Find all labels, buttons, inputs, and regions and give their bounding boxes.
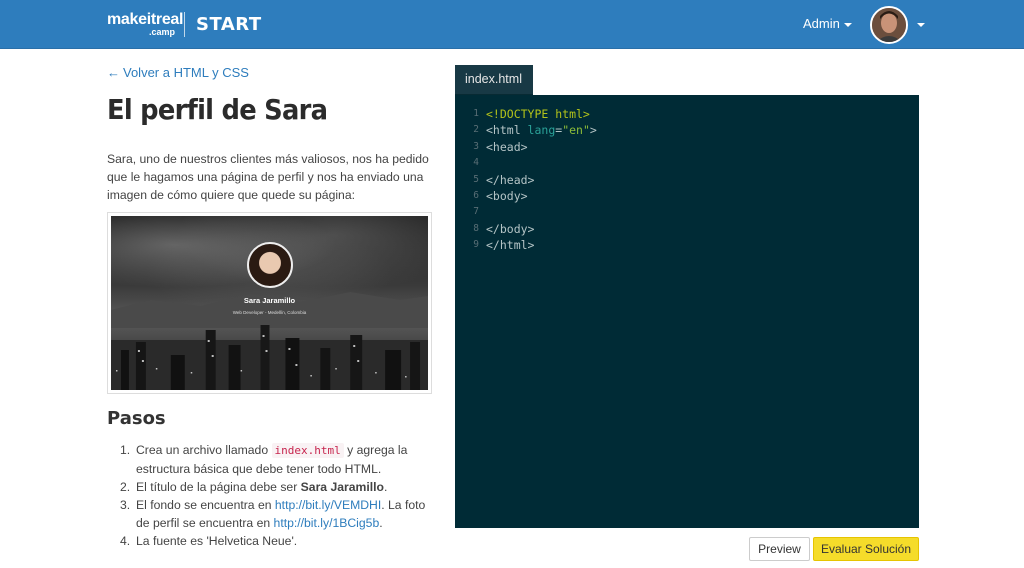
step-number: 2. xyxy=(120,480,131,494)
code-text: </html> xyxy=(486,238,535,253)
profile-mockup-image: Sara Jaramillo Web Developer - Medellín,… xyxy=(107,212,432,394)
user-avatar-icon xyxy=(872,8,906,42)
brand-divider xyxy=(184,12,185,37)
step-text: El título de la página debe ser xyxy=(136,480,301,494)
profile-photo-link[interactable]: http://bit.ly/1BCig5b xyxy=(274,516,380,530)
city-skyline xyxy=(111,325,428,390)
code-text: </body> xyxy=(486,221,535,236)
background-image-link[interactable]: http://bit.ly/VEMDHI xyxy=(275,498,381,512)
step-text: . xyxy=(384,480,388,494)
step-bold-text: Sara Jaramillo xyxy=(300,480,384,494)
steps-heading: Pasos xyxy=(107,408,166,429)
avatar xyxy=(870,6,908,44)
back-link[interactable]: ← Volver a HTML y CSS xyxy=(107,65,249,80)
brand-suffix: .camp xyxy=(149,27,176,37)
step-text: La fuente es 'Helvetica Neue'. xyxy=(136,534,298,548)
code-line: 2 <html lang="en"> xyxy=(455,122,919,138)
line-number: 5 xyxy=(473,173,479,185)
page-title: El perfil de Sara xyxy=(107,93,328,126)
list-item: 4. La fuente es 'Helvetica Neue'. xyxy=(120,532,430,550)
top-navbar: makeitreal .camp START Admin xyxy=(0,0,1024,49)
sara-subtitle-text: Web Developer - Medellín, Colombia xyxy=(232,310,307,315)
step-text: El fondo se encuentra en xyxy=(136,498,275,512)
code-line: 3 <head> xyxy=(455,139,919,155)
brand-name: makeitreal xyxy=(107,11,184,28)
step-number: 3. xyxy=(120,498,131,512)
code-line: 8 </body> xyxy=(455,221,919,237)
line-number: 1 xyxy=(473,108,479,119)
step-number: 4. xyxy=(120,534,131,548)
code-tag: <html xyxy=(486,123,528,138)
steps-list: 1. Crea un archivo llamado index.html y … xyxy=(120,441,430,550)
code-line: 5 </head> xyxy=(455,172,919,188)
user-menu[interactable] xyxy=(870,6,925,44)
back-link-label: Volver a HTML y CSS xyxy=(123,65,249,80)
code-text: </head> xyxy=(486,172,535,187)
product-name[interactable]: START xyxy=(196,14,262,35)
code-line: 9 </html> xyxy=(455,237,919,253)
evaluate-solution-button[interactable]: Evaluar Solución xyxy=(813,537,919,561)
line-number: 4 xyxy=(473,157,479,169)
brand-logo[interactable]: makeitreal .camp xyxy=(107,11,184,38)
code-text: <html lang="en"> xyxy=(486,122,597,138)
caret-down-icon xyxy=(917,23,925,27)
caret-down-icon xyxy=(843,22,852,27)
admin-dropdown[interactable]: Admin xyxy=(803,16,852,31)
preview-button[interactable]: Preview xyxy=(749,537,810,561)
code-text: <!DOCTYPE html> xyxy=(486,107,590,121)
code-line: 1 <!DOCTYPE html> xyxy=(455,106,919,122)
arrow-left-icon: ← xyxy=(107,65,120,80)
code-attr: lang xyxy=(527,123,556,138)
sara-name-text: Sara Jaramillo xyxy=(243,296,296,305)
intro-text: Sara, uno de nuestros clientes más valio… xyxy=(107,152,429,202)
code-text: <body> xyxy=(486,188,528,203)
list-item: 1. Crea un archivo llamado index.html y … xyxy=(120,441,430,478)
line-number: 3 xyxy=(473,140,479,152)
code-text: <head> xyxy=(486,139,528,154)
tab-index-html[interactable]: index.html xyxy=(455,65,533,96)
inline-code: index.html xyxy=(271,443,344,458)
line-number: 8 xyxy=(473,222,479,234)
line-number: 2 xyxy=(473,124,479,136)
step-text: . xyxy=(379,516,383,530)
code-line: 7 xyxy=(455,204,919,220)
line-number: 6 xyxy=(473,189,479,201)
code-line: 6 <body> xyxy=(455,188,919,204)
code-line: 4 xyxy=(455,155,919,171)
code-string: "en" xyxy=(562,123,590,138)
line-number: 9 xyxy=(473,239,479,251)
sara-profile-photo xyxy=(247,242,293,288)
list-item: 2. El título de la página debe ser Sara … xyxy=(120,478,430,496)
line-number: 7 xyxy=(473,206,479,218)
admin-label: Admin xyxy=(803,16,840,31)
code-tag: > xyxy=(589,123,597,138)
list-item: 3. El fondo se encuentra en http://bit.l… xyxy=(120,496,430,532)
step-text: Crea un archivo llamado xyxy=(136,443,272,457)
code-editor[interactable]: 1 <!DOCTYPE html> 2 <html lang="en"> 3 <hea… xyxy=(455,95,919,528)
step-number: 1. xyxy=(120,443,131,457)
